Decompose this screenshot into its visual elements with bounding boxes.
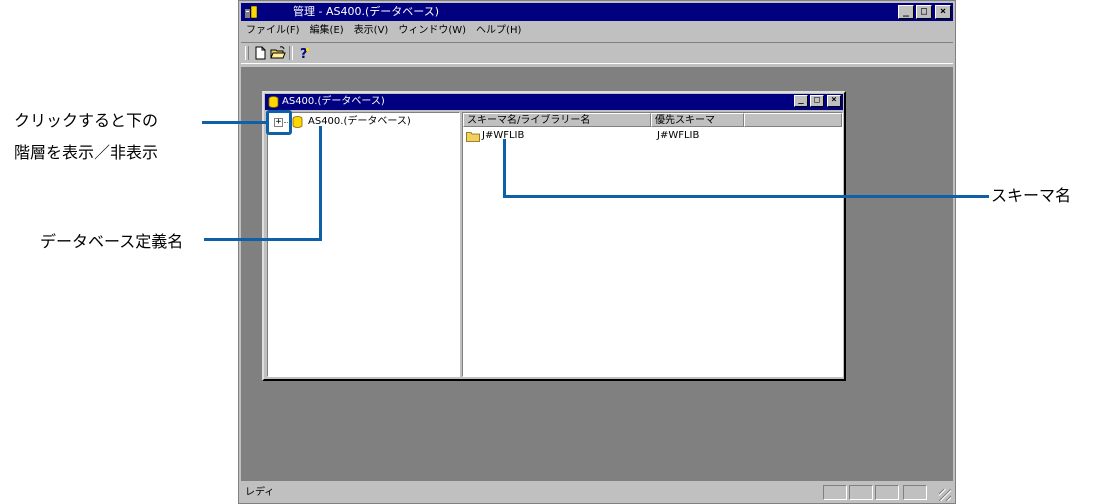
database-window: AS400.(データベース) _ □ × + AS400.(データベース) スキ… xyxy=(262,91,846,381)
open-folder-icon[interactable] xyxy=(269,45,287,61)
status-text: レディ xyxy=(245,487,275,498)
status-panel xyxy=(849,485,873,500)
callout-leader-line xyxy=(503,195,989,198)
status-panel xyxy=(875,485,899,500)
minimize-button[interactable]: _ xyxy=(898,5,914,19)
child-maximize-button[interactable]: □ xyxy=(810,95,824,107)
menu-view[interactable]: 表示(V) xyxy=(349,22,394,40)
callout-leader-line xyxy=(503,139,506,198)
database-icon xyxy=(292,116,303,128)
help-icon[interactable]: ? xyxy=(295,45,313,61)
callout-expand-line1: クリックすると下の xyxy=(14,111,159,130)
callout-highlight-box xyxy=(266,110,292,135)
column-header-preferred[interactable]: 優先スキーマ xyxy=(651,113,744,127)
child-title: AS400.(データベース) xyxy=(282,96,385,107)
menu-bar: ファイル(F) 編集(E) 表示(V) ウィンドウ(W) ヘルプ(H) xyxy=(241,22,953,40)
child-minimize-button[interactable]: _ xyxy=(794,95,808,107)
list-view[interactable]: スキーマ名/ライブラリー名 優先スキーマ J#WFLIB J#WFLIB xyxy=(462,112,843,377)
close-button[interactable]: × xyxy=(935,5,951,19)
callout-expand-line2: 階層を表示／非表示 xyxy=(14,143,159,162)
folder-icon xyxy=(466,132,480,142)
list-header: スキーマ名/ライブラリー名 優先スキーマ xyxy=(463,113,842,127)
menu-edit[interactable]: 編集(E) xyxy=(305,22,349,40)
child-title-bar[interactable]: AS400.(データベース) _ □ × xyxy=(265,94,843,110)
column-header-schema[interactable]: スキーマ名/ライブラリー名 xyxy=(463,113,651,127)
callout-schema-name: スキーマ名 xyxy=(991,186,1072,205)
database-icon xyxy=(268,96,279,108)
callout-leader-line xyxy=(319,126,322,241)
column-header-empty xyxy=(744,113,842,127)
status-panel xyxy=(903,485,927,500)
list-item[interactable]: J#WFLIB J#WFLIB xyxy=(465,129,835,143)
resize-grip[interactable] xyxy=(939,489,951,501)
toolbar: ? xyxy=(241,42,953,64)
app-logo-icon xyxy=(245,5,258,19)
app-title: 管理 - AS400.(データベース) xyxy=(293,5,439,18)
toolbar-grip[interactable] xyxy=(245,46,249,60)
menu-window[interactable]: ウィンドウ(W) xyxy=(393,22,471,40)
status-panel xyxy=(823,485,847,500)
menu-help[interactable]: ヘルプ(H) xyxy=(471,22,526,40)
preferred-schema-cell: J#WFLIB xyxy=(657,130,700,141)
maximize-button[interactable]: □ xyxy=(916,5,932,19)
status-bar: レディ xyxy=(241,483,953,503)
callout-leader-line xyxy=(204,238,322,241)
app-title-bar[interactable]: 管理 - AS400.(データベース) _ □ × xyxy=(241,3,953,21)
callout-db-definition-name: データベース定義名 xyxy=(40,232,184,251)
child-close-button[interactable]: × xyxy=(827,95,841,107)
menu-file[interactable]: ファイル(F) xyxy=(241,22,305,40)
tree-view[interactable]: + AS400.(データベース) xyxy=(267,112,460,377)
callout-leader-line xyxy=(202,121,268,124)
tree-node-label[interactable]: AS400.(データベース) xyxy=(308,115,411,129)
toolbar-separator xyxy=(289,46,293,60)
new-file-icon[interactable] xyxy=(251,45,269,61)
